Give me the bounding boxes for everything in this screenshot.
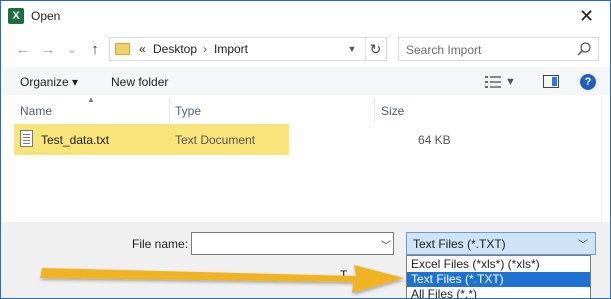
change-view-button[interactable]: ▼ (485, 73, 521, 91)
forward-button[interactable]: → (39, 39, 57, 59)
title-bar: X Open ✕ (1, 1, 610, 32)
file-type-cell: Text Document (175, 133, 256, 147)
folder-icon (115, 43, 130, 55)
column-header-name[interactable]: Name (20, 104, 52, 118)
chevron-down-icon: ▼ (347, 44, 357, 54)
file-list[interactable] (1, 96, 610, 222)
search-input[interactable]: Search Import (398, 37, 599, 61)
arrow-left-icon: ← (15, 40, 31, 58)
column-divider[interactable] (169, 98, 170, 122)
column-header-type[interactable]: Type (175, 104, 201, 118)
address-dropdown-button[interactable]: ▼ (344, 42, 360, 56)
sort-ascending-icon: ▲ (87, 95, 95, 104)
arrow-right-icon: → (40, 40, 56, 58)
details-view-icon (485, 76, 501, 88)
back-button[interactable]: ← (14, 39, 32, 59)
excel-icon: X (8, 8, 24, 24)
window-title: Open (31, 9, 61, 23)
file-type-options-list[interactable]: Excel Files (*xls*) (*xls*) Text Files (… (406, 255, 591, 298)
file-name-input[interactable] (191, 232, 394, 255)
close-icon: ✕ (578, 6, 595, 26)
organize-button[interactable]: Organize ▾ (20, 75, 78, 89)
breadcrumb-overflow[interactable]: « (139, 42, 146, 56)
option-text-files[interactable]: Text Files (*.TXT) (407, 272, 590, 287)
chevron-down-icon: ▼ (505, 76, 516, 88)
recent-locations-button[interactable]: ⌄ (63, 39, 81, 59)
new-folder-button[interactable]: New folder (111, 75, 168, 89)
breadcrumb-import[interactable]: Import (214, 42, 248, 56)
help-button[interactable]: ? (580, 74, 596, 90)
option-excel-files[interactable]: Excel Files (*xls*) (*xls*) (407, 257, 590, 272)
open-dialog: X Open ✕ ← → ⌄ ↑ « Desktop › Import ▼ ↻ … (0, 0, 611, 299)
arrow-up-icon: ↑ (91, 40, 99, 58)
up-button[interactable]: ↑ (86, 39, 104, 59)
column-header-size[interactable]: Size (381, 104, 404, 118)
text-file-icon (20, 130, 33, 147)
chevron-down-icon: ⌄ (67, 43, 77, 56)
chevron-down-icon[interactable]: ﹀ (381, 237, 391, 252)
option-all-files[interactable]: All Files (*.*) (407, 287, 590, 298)
column-divider[interactable] (374, 98, 375, 122)
search-icon (577, 42, 591, 56)
preview-pane-icon[interactable] (543, 75, 559, 88)
file-name-cell[interactable]: Test_data.txt (41, 133, 109, 147)
file-type-select[interactable]: Text Files (*.TXT) (406, 232, 596, 255)
annotation-arrow-icon (40, 265, 404, 293)
breadcrumb-desktop[interactable]: Desktop (153, 42, 197, 56)
file-size-cell: 64 KB (418, 133, 451, 147)
refresh-button[interactable]: ↻ (365, 38, 385, 60)
list-scroll-track (601, 96, 602, 222)
file-name-label: File name: (132, 237, 189, 251)
help-icon: ? (584, 76, 592, 88)
close-button[interactable]: ✕ (563, 1, 610, 32)
breadcrumb-separator[interactable]: › (203, 42, 207, 56)
refresh-icon: ↻ (369, 40, 382, 57)
chevron-down-icon[interactable]: ﹀ (578, 236, 588, 251)
